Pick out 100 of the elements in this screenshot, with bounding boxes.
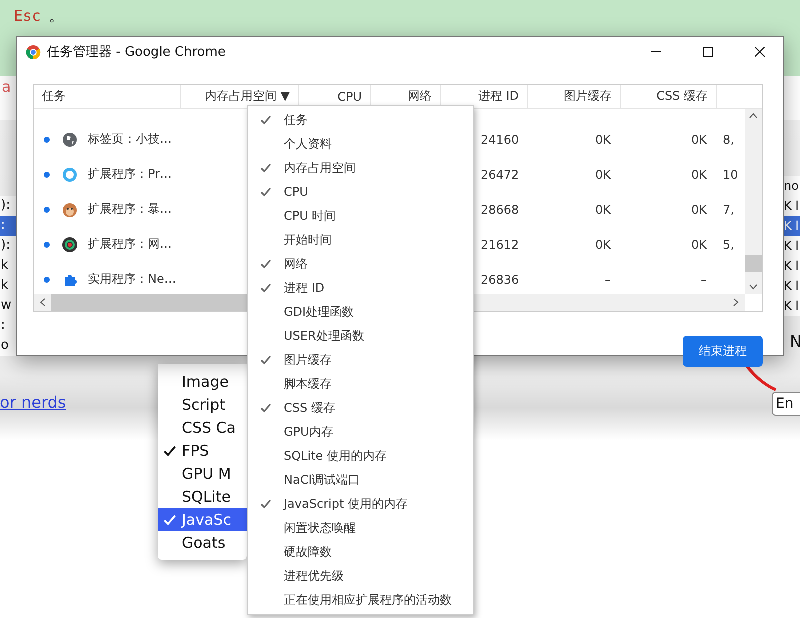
menu-item[interactable]: CSS Ca <box>158 416 247 439</box>
task-name: 标签页：小技… <box>88 131 172 148</box>
maximize-icon <box>703 47 713 57</box>
table-cell-text: – <box>700 272 708 286</box>
table-cell-text: 24160 <box>480 132 520 146</box>
table-cell-text: 21612 <box>480 238 520 252</box>
menu-item[interactable]: 脚本缓存 <box>248 372 473 396</box>
table-cell-text: 26472 <box>480 168 520 182</box>
menu-item[interactable]: SQLite <box>158 485 247 508</box>
scroll-left-icon <box>40 298 46 307</box>
table-cell-text: 28668 <box>480 202 520 216</box>
column-header[interactable]: 任务 <box>34 85 181 108</box>
end-process-button[interactable]: 结束进程 <box>683 336 763 367</box>
table-cell-text: 0K <box>594 202 612 216</box>
lens-icon <box>62 236 78 252</box>
check-icon <box>163 512 177 526</box>
column-header[interactable]: 图片缓存 <box>528 85 621 108</box>
check-icon <box>260 258 272 270</box>
partial-text: a <box>2 78 12 96</box>
scroll-down-icon <box>749 284 758 290</box>
status-dot <box>44 172 50 178</box>
table-cell-text: 26836 <box>480 272 520 286</box>
list-row-text: ): <box>0 197 12 215</box>
table-cell-text: – <box>604 272 612 286</box>
menu-item[interactable]: 进程优先级 <box>248 564 473 588</box>
menu-item[interactable]: FPS <box>158 439 247 462</box>
monkey-face-icon <box>62 202 78 218</box>
list-row-text: : <box>0 317 6 335</box>
scroll-up-icon <box>749 113 758 119</box>
menu-item[interactable]: SQLite 使用的内存 <box>248 444 473 468</box>
menu-item[interactable]: CPU <box>248 180 473 204</box>
code-text: Esc <box>14 6 42 26</box>
list-row-text: K l <box>784 238 800 255</box>
list-row-text: K l <box>784 298 800 315</box>
menu-item[interactable]: JavaSc <box>158 508 247 531</box>
table-cell-text: 0K <box>690 168 708 182</box>
table-cell-text: 7, <box>722 202 736 216</box>
check-icon <box>260 354 272 366</box>
check-icon <box>260 282 272 294</box>
menu-item[interactable]: GPU内存 <box>248 420 473 444</box>
menu-item[interactable]: Script <box>158 393 247 416</box>
nerds-link[interactable]: or nerds <box>0 393 66 412</box>
end-button[interactable]: En <box>772 392 800 416</box>
menu-item[interactable]: Goats <box>158 531 247 554</box>
table-cell-text: 10 <box>722 168 740 182</box>
list-row-text: w <box>0 297 13 315</box>
scroll-thumb[interactable] <box>745 255 762 272</box>
check-icon <box>260 186 272 198</box>
menu-item[interactable]: JavaScript 使用的内存 <box>248 492 473 516</box>
list-row-text: no <box>784 178 800 195</box>
globe-icon <box>62 132 78 148</box>
menu-item[interactable]: USER处理函数 <box>248 324 473 348</box>
list-row-text: K l <box>784 278 800 295</box>
task-name: 扩展程序：网… <box>88 236 172 253</box>
vertical-scrollbar[interactable] <box>745 109 762 294</box>
list-row: : <box>0 216 16 236</box>
menu-item[interactable]: GDI处理函数 <box>248 300 473 324</box>
check-icon <box>260 162 272 174</box>
menu-item[interactable]: 个人资料 <box>248 132 473 156</box>
menu-item[interactable]: 网络 <box>248 252 473 276</box>
menu-item[interactable]: CSS 缓存 <box>248 396 473 420</box>
menu-item[interactable]: 任务 <box>248 108 473 132</box>
menu-item[interactable]: CPU 时间 <box>248 204 473 228</box>
menu-item[interactable]: 进程 ID <box>248 276 473 300</box>
column-header[interactable]: CSS 缓存 <box>621 85 717 108</box>
list-row-text: K l <box>784 198 800 215</box>
list-row-text: k <box>0 257 10 275</box>
check-icon <box>260 498 272 510</box>
close-icon <box>755 47 765 57</box>
menu-item[interactable]: GPU M <box>158 462 247 485</box>
list-row-text: o <box>0 337 10 355</box>
status-dot <box>44 206 50 212</box>
status-dot <box>44 136 50 142</box>
menu-item[interactable]: 正在使用相应扩展程序的活动数 <box>248 588 473 612</box>
task-name: 实用程序：Ne… <box>88 271 176 288</box>
punctuation-text: 。 <box>49 6 64 26</box>
chrome-logo-icon <box>26 44 41 60</box>
window-title: 任务管理器 - Google Chrome <box>47 44 227 61</box>
table-cell-text: 0K <box>594 168 612 182</box>
table-cell-text: 8, <box>722 132 736 146</box>
menu-item[interactable]: 开始时间 <box>248 228 473 252</box>
menu-item[interactable]: 硬故障数 <box>248 540 473 564</box>
table-cell-text: 0K <box>594 238 612 252</box>
menu-item[interactable]: 图片缓存 <box>248 348 473 372</box>
table-cell-text: 0K <box>594 132 612 146</box>
list-row: K l <box>784 216 800 236</box>
task-name: 扩展程序：暴… <box>88 201 172 218</box>
ring-icon <box>62 166 78 182</box>
table-cell-text: 0K <box>690 238 708 252</box>
scroll-right-icon <box>733 298 739 307</box>
menu-item[interactable]: 闲置状态唤醒 <box>248 516 473 540</box>
menu-item[interactable]: Image <box>158 370 247 393</box>
table-cell-text: 0K <box>690 132 708 146</box>
table-cell-text: 5, <box>722 238 736 252</box>
menu-item[interactable]: 内存占用空间 <box>248 156 473 180</box>
menu-item[interactable]: NaCl调试端口 <box>248 468 473 492</box>
list-row-text: ): <box>0 237 12 255</box>
status-dot <box>44 276 50 282</box>
check-icon <box>163 444 177 458</box>
check-icon <box>260 114 272 126</box>
